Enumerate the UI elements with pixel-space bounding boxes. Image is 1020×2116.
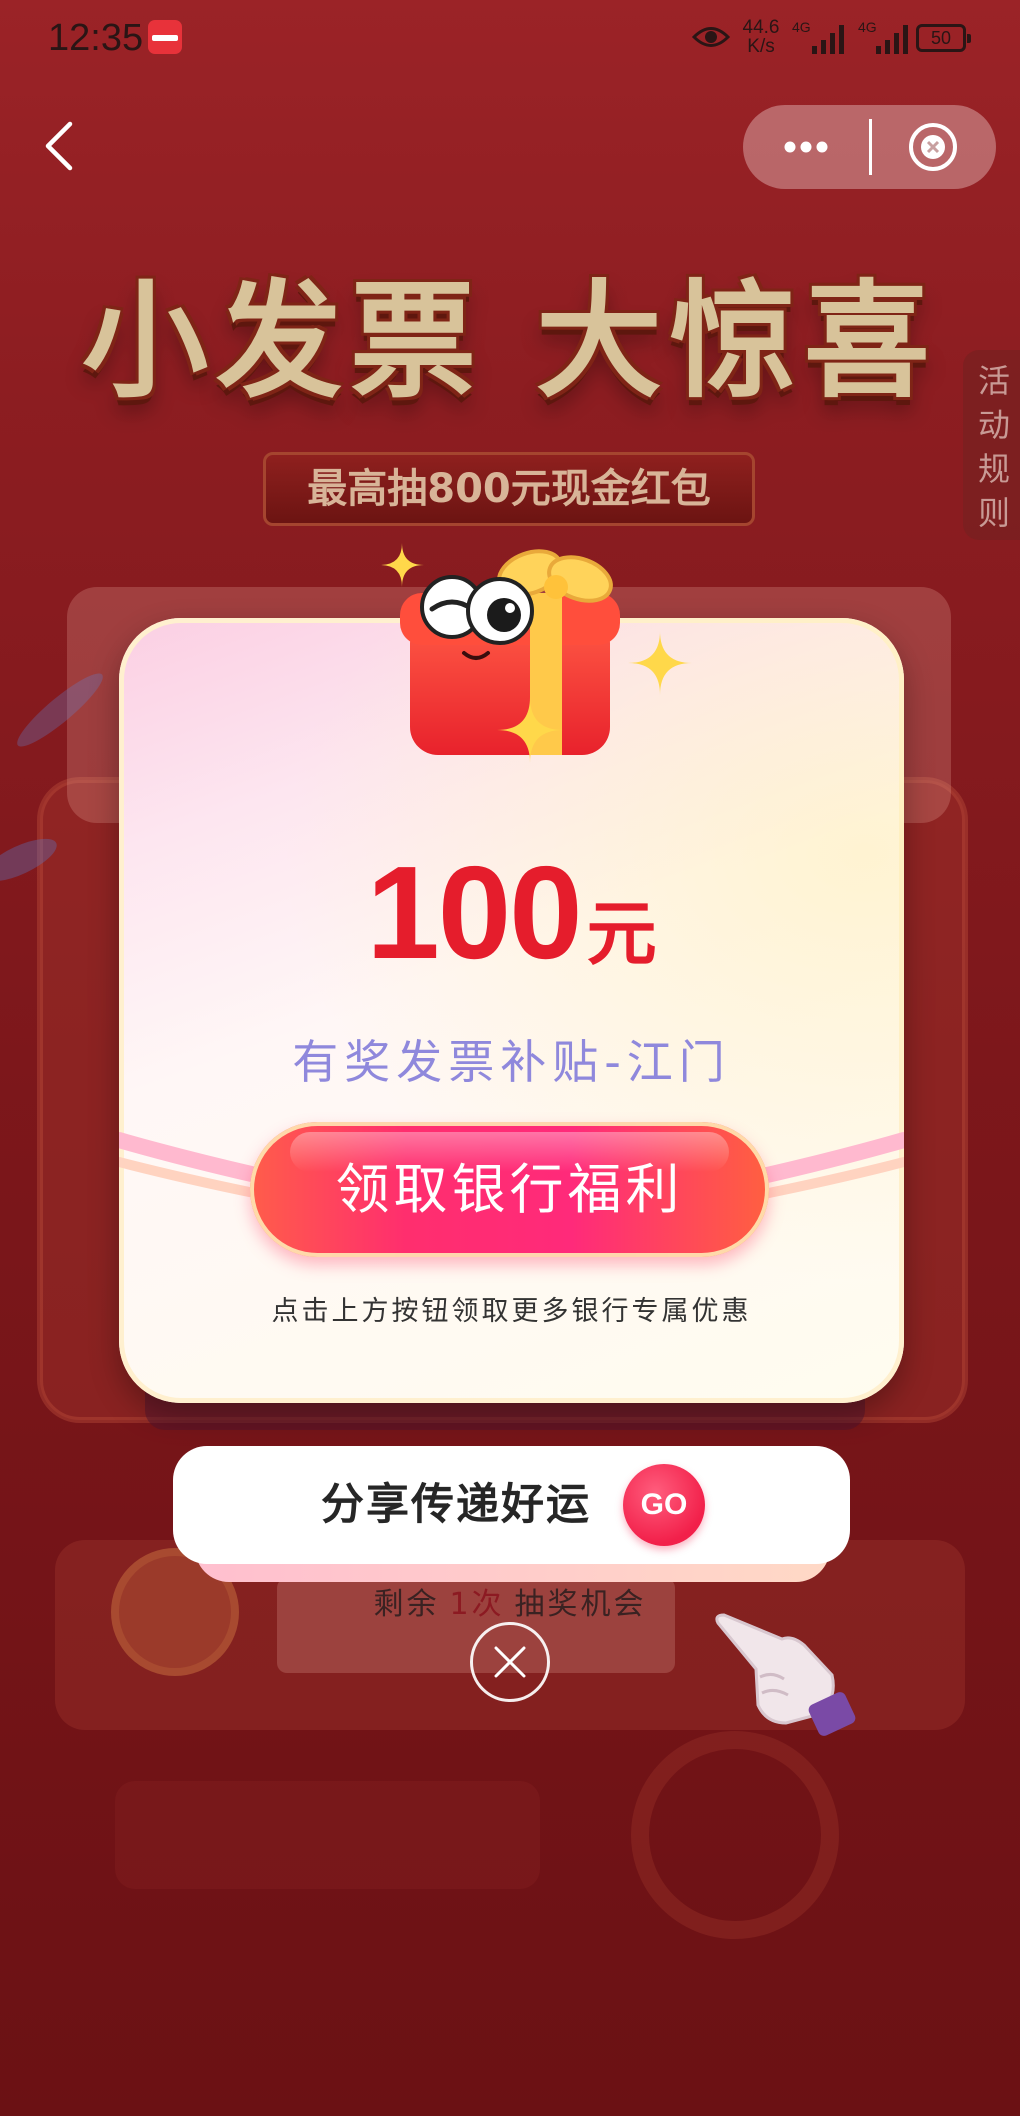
gift-box-icon: [380, 543, 692, 763]
claim-bank-benefit-button[interactable]: 领取银行福利: [250, 1122, 769, 1257]
chevron-left-icon[interactable]: [40, 120, 80, 172]
app-notification-icon: [148, 20, 182, 54]
signal-bars-icon: [812, 25, 844, 54]
mini-program-capsule: [743, 105, 996, 189]
battery-indicator: 50: [916, 24, 971, 52]
go-button[interactable]: GO: [623, 1464, 705, 1546]
close-modal-button[interactable]: [470, 1622, 550, 1702]
activity-rules-tab[interactable]: 活动规则: [963, 350, 1020, 540]
sim2-signal: 4G: [858, 18, 914, 58]
close-circle-icon[interactable]: [907, 121, 959, 173]
net-speed: 44.6 K/s: [738, 18, 784, 56]
pointer-hand-icon: [715, 1613, 856, 1736]
lottery-result-page: 12:35 44.6 K/s 4G 4G 50 小发票 大惊喜 最高抽800元现…: [0, 0, 1020, 2116]
page-subtitle: 最高抽800元现金红包: [263, 452, 755, 526]
share-good-luck-button[interactable]: 分享传递好运 GO: [173, 1446, 850, 1564]
net-speed-value: 44.6: [742, 17, 780, 38]
more-dots-icon[interactable]: [783, 135, 829, 159]
prize-amount-unit: 元: [586, 893, 657, 975]
capsule-divider: [869, 119, 872, 175]
sim1-signal: 4G: [792, 18, 852, 58]
close-x-icon: [494, 1646, 526, 1678]
signal-bars-icon: [876, 25, 908, 54]
prize-name: 有奖发票补贴-江门: [292, 1035, 731, 1089]
remaining-prefix: 剩余: [373, 1587, 440, 1622]
eye-icon: [692, 27, 730, 47]
page-title: 小发票 大惊喜: [82, 268, 938, 415]
remaining-draws: 剩余 1次 抽奖机会: [0, 1584, 1020, 1626]
sim1-label: 4G: [792, 19, 811, 35]
net-speed-unit: K/s: [747, 36, 775, 57]
remaining-count: 1次: [449, 1587, 505, 1622]
claim-button-label: 领取银行福利: [335, 1158, 684, 1221]
prize-amount: 100元: [119, 838, 904, 1028]
remaining-suffix: 抽奖机会: [514, 1587, 647, 1622]
prize-amount-value: 100: [366, 839, 582, 986]
status-time: 12:35: [48, 17, 144, 59]
claim-hint-text: 点击上方按钮领取更多银行专属优惠: [271, 1296, 752, 1327]
